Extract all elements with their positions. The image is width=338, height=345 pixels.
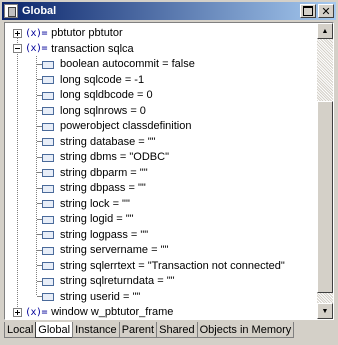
tree-line	[17, 32, 18, 311]
tree-field[interactable]: long sqldbcode = 0	[37, 87, 153, 103]
tree-field[interactable]: string logpass = ""	[37, 227, 148, 243]
tree-item-label: string sqlreturndata = ""	[60, 275, 175, 287]
window-icon	[4, 4, 18, 18]
field-icon	[37, 261, 55, 270]
scroll-down-button[interactable]: ▼	[317, 303, 333, 319]
field-icon	[37, 199, 55, 208]
maximize-button[interactable]	[300, 4, 316, 18]
field-icon	[37, 106, 55, 115]
tree-field[interactable]: long sqlcode = -1	[37, 72, 144, 88]
field-icon	[37, 153, 55, 162]
variable-icon: (x)=	[25, 27, 48, 39]
scroll-up-button[interactable]: ▲	[317, 23, 333, 39]
scroll-thumb[interactable]	[317, 101, 333, 293]
tab-instance[interactable]: Instance	[72, 322, 120, 338]
tab-objects-in-memory[interactable]: Objects in Memory	[196, 322, 295, 338]
tree-item-label: long sqlcode = -1	[60, 73, 145, 86]
tree-field[interactable]: string lock = ""	[37, 196, 130, 212]
field-icon	[37, 277, 55, 286]
tree-node[interactable]: (x)= window w_pbtutor_frame	[13, 304, 173, 318]
variables-tree: (x)= pbtutor pbtutor (x)= transaction sqlca…	[6, 24, 316, 318]
title-bar[interactable]: Global ✕	[2, 2, 336, 20]
tree-item-label: long sqldbcode = 0	[60, 89, 153, 101]
field-icon	[37, 230, 55, 239]
tree-field[interactable]: powerobject classdefinition	[37, 118, 191, 134]
tree-item-label: string logpass = ""	[60, 228, 149, 241]
tree-item-label: powerobject classdefinition	[60, 120, 192, 132]
field-icon	[37, 91, 55, 100]
tree-item-label: boolean autocommit = false	[60, 58, 195, 70]
vertical-scrollbar[interactable]: ▲ ▼	[317, 23, 333, 319]
close-button[interactable]: ✕	[318, 4, 334, 18]
field-icon	[37, 246, 55, 255]
variable-icon: (x)=	[25, 43, 48, 54]
tree-item-label: long sqlnrows = 0	[60, 104, 146, 117]
field-icon	[37, 137, 55, 146]
tree-item-label: string dbparm = ""	[60, 166, 148, 179]
window-title: Global	[22, 5, 57, 17]
field-icon	[37, 184, 55, 193]
tree-item-label: string database = ""	[60, 135, 156, 148]
tab-shared[interactable]: Shared	[156, 322, 198, 338]
field-icon	[37, 75, 55, 84]
tree-field[interactable]: string sqlreturndata = ""	[37, 273, 175, 289]
tree-node[interactable]: (x)= transaction sqlca	[13, 41, 134, 57]
field-icon	[37, 292, 55, 301]
expand-icon[interactable]	[13, 28, 22, 38]
tab-parent[interactable]: Parent	[118, 322, 158, 338]
tree-item-label: string servername = ""	[60, 244, 169, 256]
tree-field[interactable]: string servername = ""	[37, 242, 168, 258]
tree-field[interactable]: string database = ""	[37, 134, 156, 150]
tab-global[interactable]: Global	[35, 322, 74, 338]
field-icon	[37, 60, 55, 69]
tree-item-label: string logid = ""	[60, 213, 134, 225]
tree-field[interactable]: long sqlnrows = 0	[37, 103, 146, 119]
tree-item-label: string lock = ""	[60, 197, 130, 210]
tree-field[interactable]: string dbms = "ODBC"	[37, 149, 169, 165]
tree-field[interactable]: string userid = ""	[37, 289, 140, 305]
tab-local[interactable]: Local	[4, 322, 37, 338]
field-icon	[37, 168, 55, 177]
tree-node[interactable]: (x)= pbtutor pbtutor	[13, 25, 123, 41]
global-debug-window: Global ✕ (x)= pbtutor pbtutor (x)= transact…	[0, 0, 338, 345]
variable-icon: (x)=	[25, 306, 48, 318]
tree-item-label: string dbms = "ODBC"	[60, 151, 169, 163]
expand-icon[interactable]	[13, 307, 22, 317]
tree-item-label: string dbpass = ""	[60, 182, 146, 194]
tree-item-label: string userid = ""	[60, 290, 141, 303]
tree-item-label: window w_pbtutor_frame	[51, 306, 174, 318]
variables-tree-pane: (x)= pbtutor pbtutor (x)= transaction sqlca…	[4, 22, 334, 320]
field-icon	[37, 122, 55, 131]
tree-field[interactable]: string logid = ""	[37, 211, 134, 227]
tree-item-label: string sqlerrtext = "Transaction not con…	[60, 259, 285, 272]
tree-field[interactable]: string sqlerrtext = "Transaction not con…	[37, 258, 285, 274]
tab-strip: Local Global Instance Parent Shared Objects i…	[4, 322, 334, 338]
tree-field[interactable]: string dbparm = ""	[37, 165, 148, 181]
tree-item-label: pbtutor pbtutor	[51, 27, 123, 39]
collapse-icon[interactable]	[13, 44, 22, 53]
tree-field[interactable]: string dbpass = ""	[37, 180, 146, 196]
tree-item-label: transaction sqlca	[51, 42, 134, 55]
field-icon	[37, 215, 55, 224]
tree-field[interactable]: boolean autocommit = false	[37, 56, 195, 72]
